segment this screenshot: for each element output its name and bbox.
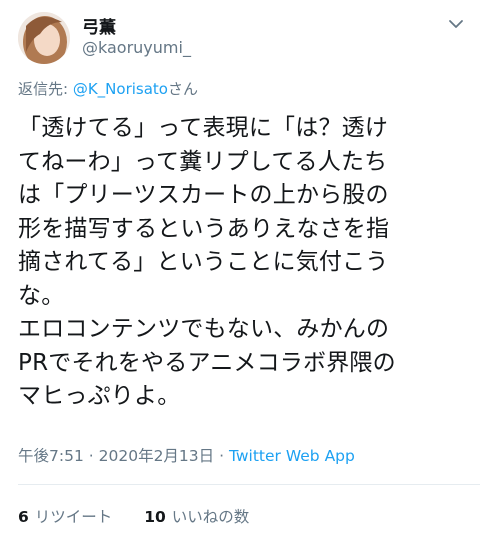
meta-separator: · — [88, 447, 94, 465]
likes-label: いいねの数 — [171, 508, 250, 526]
reply-suffix: さん — [167, 80, 198, 98]
tweet-time[interactable]: 午後7:51 — [18, 447, 84, 465]
reply-to-line: 返信先: @K_Norisatoさん — [18, 78, 198, 99]
tweet-line: は「プリーツスカートの上から股の — [18, 182, 389, 208]
tweet-source-link[interactable]: Twitter Web App — [229, 447, 355, 465]
avatar[interactable] — [18, 12, 70, 64]
retweets-stat[interactable]: 6 リツイート — [18, 508, 112, 526]
retweets-count: 6 — [18, 508, 29, 526]
tweet-line: 「透けてる」って表現に「は？透け — [18, 115, 389, 141]
tweet-header: 弓薫 @kaoruyumi_ — [0, 0, 480, 70]
tweet-line: エロコンテンツでもない、みかんの — [18, 316, 390, 342]
tweet-line: な。 — [18, 282, 65, 309]
tweet-line: マヒっぷりよ。 — [18, 383, 181, 409]
tweet-meta: 午後7:51 · 2020年2月13日 · Twitter Web App — [18, 444, 355, 466]
reply-prefix: 返信先: — [18, 80, 73, 98]
reply-mention-link[interactable]: @K_Norisato — [73, 80, 168, 98]
tweet-stats: 6 リツイート 10 いいねの数 — [18, 505, 249, 527]
tweet-line: PRでそれをやるアニメコラボ界隈の — [18, 349, 396, 376]
meta-separator: · — [219, 447, 225, 465]
tweet-line: 摘されてる」ということに気付こう — [18, 249, 389, 275]
divider — [18, 484, 480, 485]
display-name[interactable]: 弓薫 — [82, 13, 116, 38]
likes-count: 10 — [144, 508, 166, 526]
likes-stat[interactable]: 10 いいねの数 — [144, 508, 249, 526]
tweet-date[interactable]: 2020年2月13日 — [99, 447, 215, 465]
user-handle[interactable]: @kaoruyumi_ — [82, 38, 191, 57]
tweet-text: 「透けてる」って表現に「は？透け てねーわ」って糞リプしてる人たち は「プリーツ… — [18, 112, 470, 414]
tweet-line: てねーわ」って糞リプしてる人たち — [18, 148, 388, 175]
tweet-line: 形を描写するというありえなさを指 — [18, 215, 390, 242]
retweets-label: リツイート — [34, 508, 113, 526]
chevron-down-icon[interactable] — [446, 14, 466, 34]
